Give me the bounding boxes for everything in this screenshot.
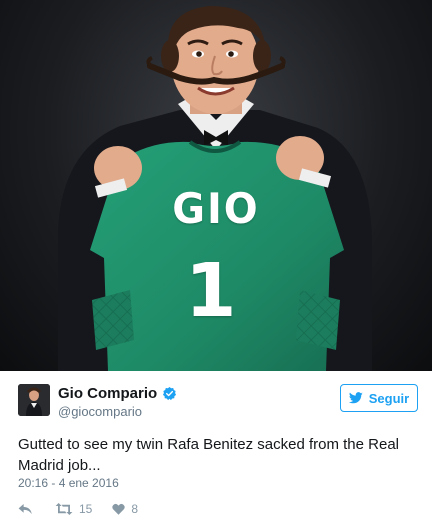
reply-icon — [18, 504, 32, 514]
jersey-name-text: GIO — [172, 184, 260, 233]
follow-button[interactable]: Seguir — [340, 384, 418, 412]
heart-icon — [112, 503, 126, 515]
like-count: 8 — [131, 502, 139, 516]
tweet-text: Gutted to see my twin Rafa Benitez sacke… — [18, 436, 400, 474]
jersey-number-text: 1 — [185, 248, 239, 334]
retweet-icon — [55, 503, 73, 515]
timestamp[interactable]: 20:16 - 4 ene 2016 — [18, 476, 119, 490]
twitter-bird-icon — [348, 392, 363, 404]
reply-button[interactable] — [18, 503, 33, 515]
tweet-actions: 15 8 — [18, 500, 158, 518]
tweet-card: GIO 1 Gio Compario @giocompario Seguir G… — [0, 0, 432, 526]
display-name[interactable]: Gio Compario — [58, 385, 157, 402]
follow-label: Seguir — [368, 390, 410, 406]
handle[interactable]: @giocompario — [58, 404, 142, 419]
verified-icon — [162, 386, 177, 401]
retweet-button[interactable]: 15 — [55, 502, 92, 516]
retweet-count: 15 — [79, 502, 93, 516]
tweet-header: Gio Compario @giocompario Seguir — [18, 384, 418, 424]
tweet-photo[interactable]: GIO 1 — [0, 0, 432, 371]
avatar-image — [18, 384, 50, 416]
like-button[interactable]: 8 — [112, 502, 138, 516]
avatar[interactable] — [18, 384, 50, 416]
name-row: Gio Compario — [58, 384, 177, 402]
